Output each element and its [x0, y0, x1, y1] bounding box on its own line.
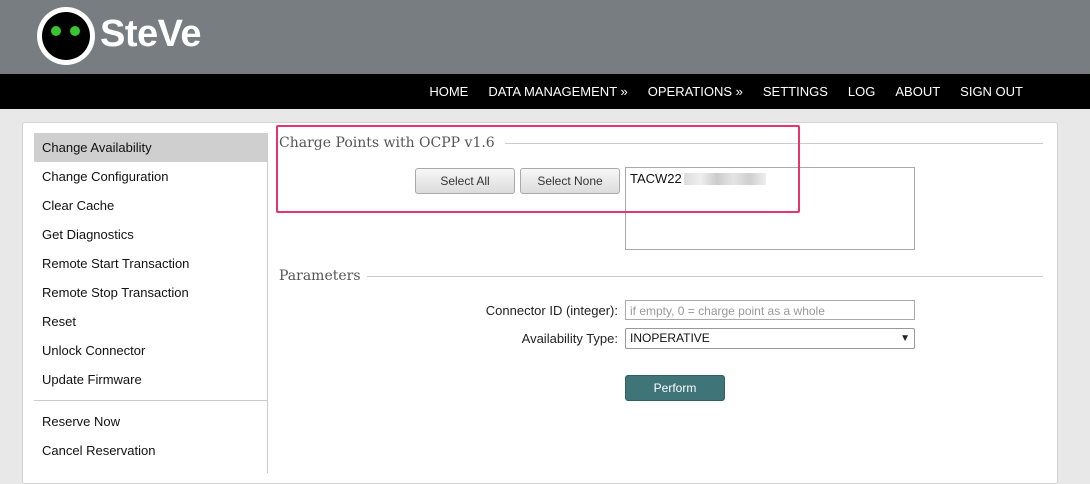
top-nav: HOME DATA MANAGEMENT » OPERATIONS » SETT…: [0, 74, 1090, 109]
nav-data-management[interactable]: DATA MANAGEMENT »: [478, 74, 637, 109]
availability-type-select[interactable]: INOPERATIVE ▼: [625, 328, 915, 349]
chevron-down-icon: ▼: [900, 333, 910, 344]
sidebar-item-reset[interactable]: Reset: [34, 307, 267, 336]
app-header: SteVe: [0, 0, 1090, 74]
sidebar-item-unlock-connector[interactable]: Unlock Connector: [34, 336, 267, 365]
sidebar-item-remote-start-transaction[interactable]: Remote Start Transaction: [34, 249, 267, 278]
connector-id-label: Connector ID (integer):: [485, 303, 618, 318]
operations-sidebar: Change Availability Change Configuration…: [34, 133, 268, 473]
logo-eye-left: [51, 26, 61, 36]
connector-id-input[interactable]: if empty, 0 = charge point as a whole: [625, 300, 915, 320]
perform-button[interactable]: Perform: [625, 375, 725, 401]
availability-type-value: INOPERATIVE: [630, 331, 710, 345]
sidebar-item-change-configuration[interactable]: Change Configuration: [34, 162, 267, 191]
sidebar-item-reserve-now[interactable]: Reserve Now: [34, 407, 267, 436]
parameters-divider: [367, 276, 1043, 277]
sidebar-item-change-availability[interactable]: Change Availability: [34, 133, 267, 162]
sidebar-item-clear-cache[interactable]: Clear Cache: [34, 191, 267, 220]
nav-about[interactable]: ABOUT: [885, 74, 950, 109]
highlight-annotation-box: [276, 125, 800, 213]
nav-operations[interactable]: OPERATIONS »: [638, 74, 753, 109]
nav-sign-out[interactable]: SIGN OUT: [950, 74, 1033, 109]
logo-eye-right: [70, 26, 80, 36]
sidebar-item-update-firmware[interactable]: Update Firmware: [34, 365, 267, 394]
nav-home[interactable]: HOME: [419, 74, 478, 109]
parameters-title: Parameters: [279, 268, 361, 284]
sidebar-item-get-diagnostics[interactable]: Get Diagnostics: [34, 220, 267, 249]
app-logo-text[interactable]: SteVe: [100, 8, 202, 60]
nav-log[interactable]: LOG: [838, 74, 885, 109]
nav-settings[interactable]: SETTINGS: [753, 74, 838, 109]
steve-logo-icon[interactable]: [37, 7, 95, 65]
availability-type-label: Availability Type:: [521, 331, 618, 346]
sidebar-item-cancel-reservation[interactable]: Cancel Reservation: [34, 436, 267, 465]
sidebar-item-remote-stop-transaction[interactable]: Remote Stop Transaction: [34, 278, 267, 307]
sidebar-divider: [34, 400, 267, 401]
nav-menu: HOME DATA MANAGEMENT » OPERATIONS » SETT…: [419, 74, 1033, 109]
